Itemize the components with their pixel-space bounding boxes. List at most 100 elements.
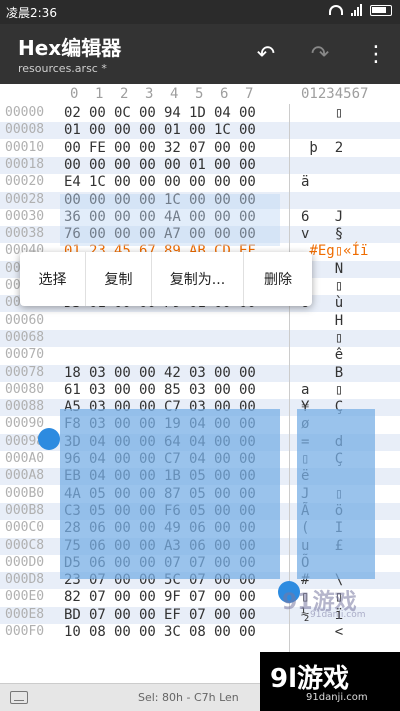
hex-byte[interactable]: 00 xyxy=(114,365,131,381)
hex-byte[interactable]: 61 xyxy=(64,382,81,398)
ascii-text[interactable]: ▯ xyxy=(301,105,343,121)
hex-byte[interactable]: 00 xyxy=(139,140,156,156)
hex-byte[interactable]: 03 xyxy=(189,365,206,381)
hex-byte[interactable]: 00 xyxy=(114,174,131,190)
ascii-text[interactable]: H xyxy=(301,313,343,329)
hex-byte[interactable]: 02 xyxy=(64,105,81,121)
hex-byte[interactable]: FE xyxy=(89,140,106,156)
hex-byte[interactable]: 00 xyxy=(214,365,231,381)
hex-byte[interactable]: 00 xyxy=(239,122,256,138)
hex-byte[interactable]: 00 xyxy=(139,382,156,398)
ascii-text[interactable]: þ 2 xyxy=(301,140,343,156)
hex-byte[interactable]: 1C xyxy=(214,122,231,138)
hex-byte[interactable]: 04 xyxy=(214,105,231,121)
ascii-text[interactable]: ä xyxy=(301,174,309,190)
hex-byte[interactable]: 03 xyxy=(89,365,106,381)
hex-byte[interactable]: 3C xyxy=(164,624,181,640)
hex-byte[interactable]: 00 xyxy=(89,157,106,173)
hex-byte[interactable]: 00 xyxy=(239,624,256,640)
hex-byte[interactable]: 01 xyxy=(164,122,181,138)
hex-byte[interactable]: 07 xyxy=(89,607,106,623)
hex-byte[interactable]: 00 xyxy=(239,140,256,156)
hex-byte[interactable]: 03 xyxy=(89,382,106,398)
hex-byte[interactable]: 00 xyxy=(164,157,181,173)
hex-byte[interactable]: 1C xyxy=(89,174,106,190)
hex-byte[interactable]: 00 xyxy=(239,365,256,381)
hex-byte[interactable]: 01 xyxy=(189,157,206,173)
hex-byte[interactable]: 07 xyxy=(89,589,106,605)
hex-byte[interactable]: 03 xyxy=(189,382,206,398)
hex-byte[interactable]: 00 xyxy=(64,157,81,173)
hex-byte[interactable]: 00 xyxy=(214,140,231,156)
hex-byte[interactable]: 00 xyxy=(89,122,106,138)
hex-byte[interactable]: 00 xyxy=(114,122,131,138)
hex-byte[interactable]: 10 xyxy=(64,624,81,640)
hex-byte[interactable]: 9F xyxy=(164,589,181,605)
hex-byte[interactable]: 00 xyxy=(139,365,156,381)
hex-byte[interactable]: 00 xyxy=(214,157,231,173)
hex-byte[interactable]: 00 xyxy=(114,607,131,623)
copy-as-menu-item[interactable]: 复制为... xyxy=(152,252,244,306)
hex-byte[interactable]: 07 xyxy=(189,589,206,605)
hex-byte[interactable]: 00 xyxy=(114,140,131,156)
hex-byte[interactable]: 00 xyxy=(114,624,131,640)
undo-button[interactable]: ↶ xyxy=(250,38,282,70)
hex-byte[interactable]: BD xyxy=(64,607,81,623)
hex-byte[interactable]: 00 xyxy=(139,122,156,138)
hex-byte[interactable]: 00 xyxy=(189,122,206,138)
hex-byte[interactable]: 00 xyxy=(89,105,106,121)
hex-byte[interactable]: 85 xyxy=(164,382,181,398)
hex-byte[interactable]: 00 xyxy=(214,174,231,190)
ascii-text[interactable]: ▯ xyxy=(301,330,343,346)
hex-byte[interactable]: 00 xyxy=(214,607,231,623)
hex-byte[interactable]: 00 xyxy=(239,607,256,623)
hex-byte[interactable]: 94 xyxy=(164,105,181,121)
hex-byte[interactable]: 00 xyxy=(239,105,256,121)
hex-byte[interactable]: 0C xyxy=(114,105,131,121)
hex-byte[interactable]: EF xyxy=(164,607,181,623)
ascii-text[interactable]: < xyxy=(301,624,343,640)
hex-byte[interactable]: 00 xyxy=(139,174,156,190)
hex-byte[interactable]: 01 xyxy=(64,122,81,138)
delete-menu-item[interactable]: 删除 xyxy=(244,252,312,306)
hex-byte[interactable]: 07 xyxy=(189,140,206,156)
hex-byte[interactable]: 00 xyxy=(114,382,131,398)
hex-byte[interactable]: 00 xyxy=(239,589,256,605)
copy-menu-item[interactable]: 复制 xyxy=(86,252,152,306)
ascii-text[interactable]: a ▯ xyxy=(301,382,343,398)
hex-byte[interactable]: 00 xyxy=(139,157,156,173)
redo-button[interactable]: ↷ xyxy=(304,38,336,70)
ascii-text[interactable]: ê xyxy=(301,347,343,363)
hex-byte[interactable]: 07 xyxy=(189,607,206,623)
hex-byte[interactable]: 18 xyxy=(64,365,81,381)
hex-byte[interactable]: 00 xyxy=(139,589,156,605)
hex-byte[interactable]: 08 xyxy=(89,624,106,640)
ascii-text[interactable]: B xyxy=(301,365,343,381)
hex-byte[interactable]: 00 xyxy=(164,174,181,190)
hex-byte[interactable]: 00 xyxy=(139,105,156,121)
hex-byte[interactable]: 00 xyxy=(114,157,131,173)
keyboard-icon[interactable] xyxy=(10,691,28,704)
hex-byte[interactable]: 00 xyxy=(114,589,131,605)
hex-byte[interactable]: 00 xyxy=(64,140,81,156)
hex-byte[interactable]: 08 xyxy=(189,624,206,640)
ascii-text[interactable]: 6 J xyxy=(301,209,343,225)
hex-byte[interactable]: 1D xyxy=(189,105,206,121)
more-options-button[interactable]: ⋮ xyxy=(360,38,392,70)
hex-byte[interactable]: 00 xyxy=(139,624,156,640)
hex-byte[interactable]: 00 xyxy=(239,174,256,190)
hex-byte[interactable]: 82 xyxy=(64,589,81,605)
hex-byte[interactable]: 00 xyxy=(139,607,156,623)
hex-byte[interactable]: 00 xyxy=(239,157,256,173)
selection-start-handle[interactable] xyxy=(38,428,60,450)
hex-byte[interactable]: 00 xyxy=(214,624,231,640)
hex-byte[interactable]: 42 xyxy=(164,365,181,381)
ascii-text[interactable]: v § xyxy=(301,226,343,242)
hex-byte[interactable]: E4 xyxy=(64,174,81,190)
select-menu-item[interactable]: 选择 xyxy=(20,252,86,306)
hex-byte[interactable]: 00 xyxy=(189,174,206,190)
hex-byte[interactable]: 00 xyxy=(214,382,231,398)
hex-byte[interactable]: 32 xyxy=(164,140,181,156)
hex-byte[interactable]: 00 xyxy=(214,589,231,605)
hex-byte[interactable]: 00 xyxy=(239,382,256,398)
